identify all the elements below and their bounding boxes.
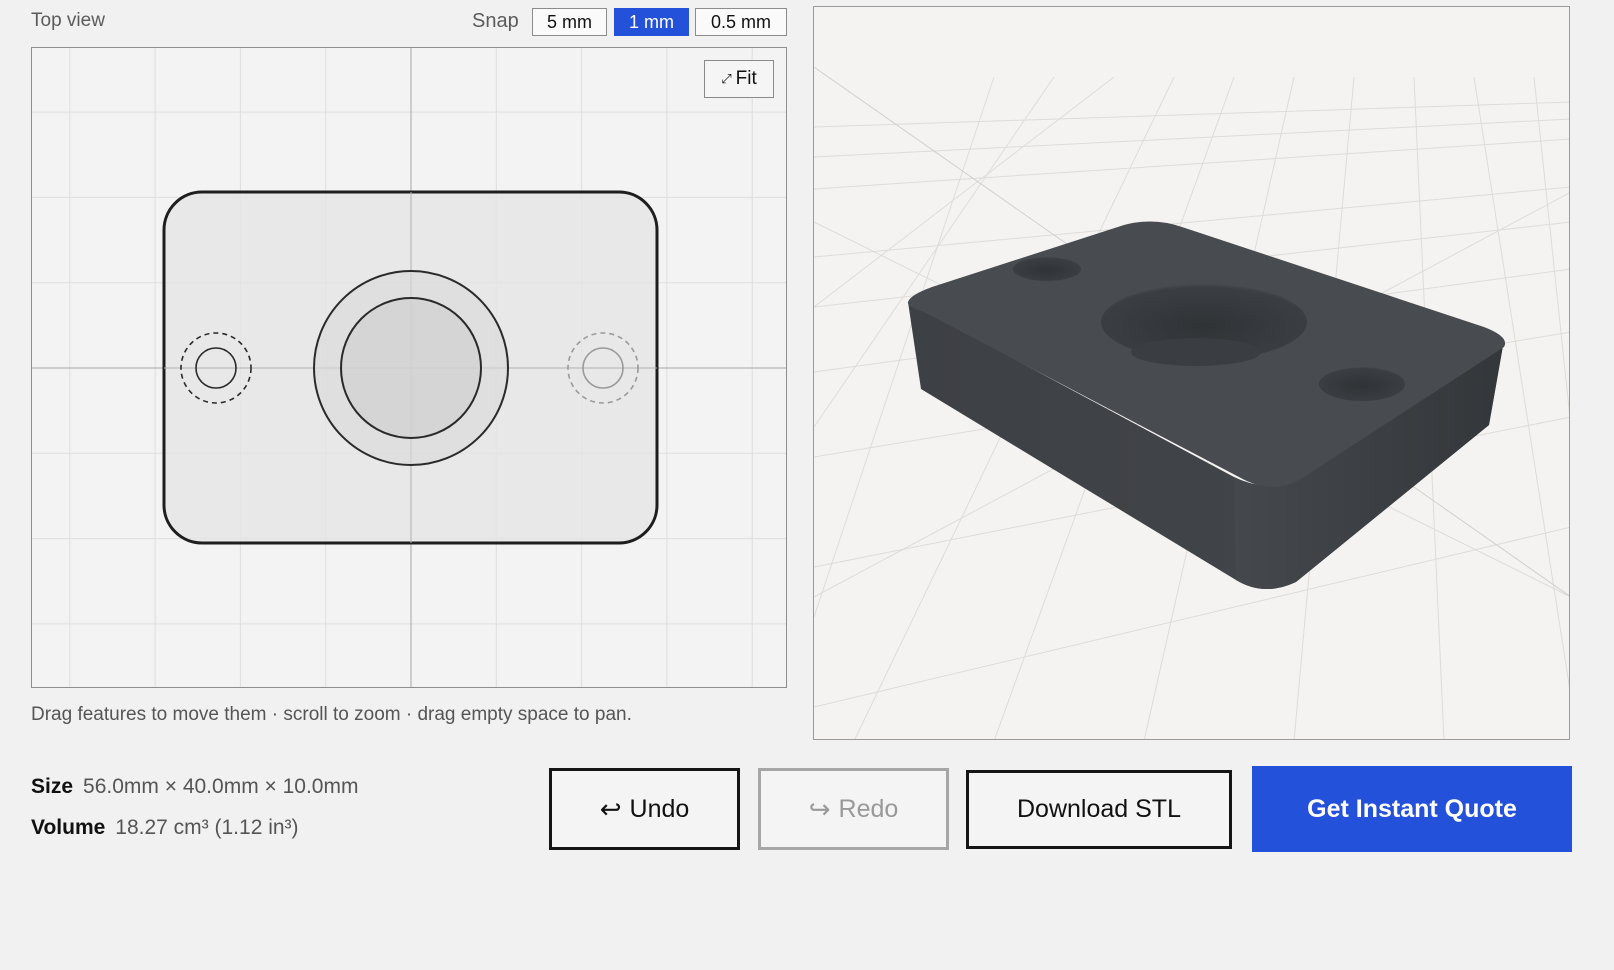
top-view-drawing [32,48,786,687]
3d-scene [814,66,1569,739]
top-view-canvas[interactable]: ⤢ Fit [31,47,787,688]
size-readout: Size 56.0mm × 40.0mm × 10.0mm [31,775,358,799]
counterbore-inner[interactable] [340,297,482,439]
redo-arrow-icon: ↪ [808,793,831,824]
size-value: 56.0mm × 40.0mm × 10.0mm [83,775,359,798]
3d-viewport[interactable] [813,6,1570,740]
snap-5mm-button[interactable]: 5 mm [532,8,607,36]
snap-label: Snap [472,10,519,32]
fit-label: Fit [735,68,757,89]
snap-1mm-button[interactable]: 1 mm [614,8,689,36]
volume-label: Volume [31,816,106,839]
expand-arrows-icon: ⤢ [721,71,732,86]
volume-value: 18.27 cm³ (1.12 in³) [115,816,299,839]
part-3d-model [907,221,1506,590]
redo-button[interactable]: ↪ Redo [758,768,949,850]
redo-label: Redo [838,794,899,823]
top-view-title: Top view [31,10,105,31]
get-instant-quote-button[interactable]: Get Instant Quote [1252,766,1572,852]
canvas-hint: Drag features to move them · scroll to z… [31,704,632,725]
undo-arrow-icon: ↩ [599,793,622,824]
undo-button[interactable]: ↩ Undo [549,768,740,850]
size-label: Size [31,775,74,798]
snap-0-5mm-button[interactable]: 0.5 mm [695,8,787,36]
undo-label: Undo [629,794,690,823]
download-stl-button[interactable]: Download STL [966,770,1232,849]
fit-button[interactable]: ⤢ Fit [704,60,774,98]
volume-readout: Volume 18.27 cm³ (1.12 in³) [31,816,299,840]
